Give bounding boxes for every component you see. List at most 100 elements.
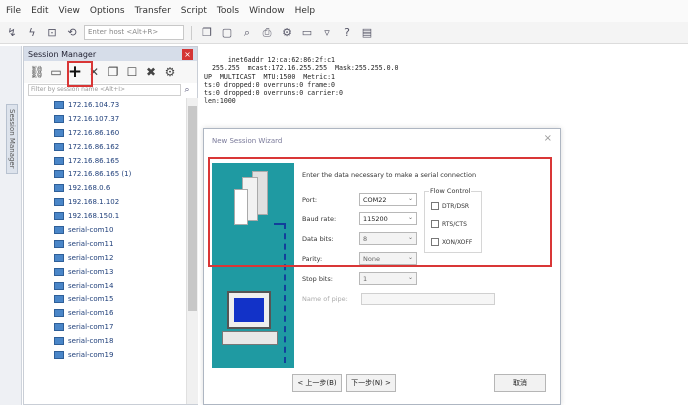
session-list-item[interactable]: serial-com19: [24, 348, 186, 362]
stop-bits-label: Stop bits:: [302, 275, 333, 283]
cancel-button[interactable]: 取消: [494, 374, 546, 392]
session-list-item[interactable]: 192.168.0.6: [24, 181, 186, 195]
menu-options[interactable]: Options: [90, 6, 125, 16]
session-list-item[interactable]: serial-com17: [24, 320, 186, 334]
session-list-item[interactable]: 192.168.150.1: [24, 209, 186, 223]
copy-session-icon[interactable]: ❐: [106, 64, 120, 80]
gear-icon[interactable]: ⚙: [163, 64, 177, 80]
session-monitor-icon: [54, 225, 64, 234]
session-manager-title: Session Manager: [28, 49, 97, 59]
keymap-icon[interactable]: ▿: [319, 25, 335, 41]
search-icon[interactable]: ⌕: [181, 85, 193, 95]
session-list-item[interactable]: serial-com13: [24, 265, 186, 279]
computer-base-icon: [222, 331, 278, 345]
terminal-output: inet6addr 12:ca:62:86:2f:c1 255.255 mcas…: [204, 56, 399, 106]
session-item-label: 172.16.104.73: [68, 100, 120, 109]
name-of-pipe-input[interactable]: [361, 293, 495, 305]
dialog-close-icon[interactable]: ×: [544, 133, 552, 144]
session-list-item[interactable]: serial-com15: [24, 292, 186, 306]
close-icon[interactable]: ×: [182, 48, 193, 60]
session-list-item[interactable]: serial-com14: [24, 279, 186, 293]
session-item-label: serial-com17: [68, 323, 114, 332]
copy-icon[interactable]: ❐: [199, 25, 215, 41]
session-monitor-icon: [54, 142, 64, 151]
monitor-screen: [234, 298, 264, 322]
settings-icon[interactable]: ⚙: [279, 25, 295, 41]
session-list-item[interactable]: 172.16.107.37: [24, 112, 186, 126]
help-icon[interactable]: ?: [339, 25, 355, 41]
session-item-label: serial-com16: [68, 309, 114, 318]
session-item-label: serial-com19: [68, 350, 114, 359]
session-manager-side-tab[interactable]: Session Manager: [6, 104, 18, 174]
session-list-item[interactable]: 172.16.86.165: [24, 154, 186, 168]
menu-bar: File Edit View Options Transfer Script T…: [0, 0, 688, 22]
terminal-line: inet6addr 12:ca:62:86:2f:c1: [204, 56, 336, 64]
side-tab-strip: Session Manager: [0, 46, 22, 405]
session-item-label: serial-com14: [68, 281, 114, 290]
session-list-item[interactable]: 172.16.86.160: [24, 126, 186, 140]
print-icon[interactable]: ⎙: [259, 25, 275, 41]
menu-script[interactable]: Script: [181, 6, 207, 16]
scrollbar-thumb[interactable]: [188, 106, 197, 311]
session-list-item[interactable]: 172.16.86.162: [24, 140, 186, 154]
folder-icon[interactable]: ▭: [49, 64, 63, 80]
session-list-item[interactable]: serial-com18: [24, 334, 186, 348]
host-input[interactable]: Enter host <Alt+R>: [84, 25, 184, 40]
session-list-item[interactable]: 172.16.104.73: [24, 98, 186, 112]
session-list-item[interactable]: 172.16.86.165 (1): [24, 167, 186, 181]
session-monitor-icon: [54, 295, 64, 304]
menu-tools[interactable]: Tools: [217, 6, 239, 16]
menu-help[interactable]: Help: [295, 6, 316, 16]
chevron-down-icon: ⌄: [407, 274, 413, 281]
session-item-label: serial-com11: [68, 239, 114, 248]
menu-file[interactable]: File: [6, 6, 21, 16]
session-item-label: serial-com12: [68, 253, 114, 262]
session-monitor-icon: [54, 212, 64, 221]
session-monitor-icon: [54, 170, 64, 179]
session-manager-titlebar: Session Manager ×: [24, 47, 197, 61]
toolbar-divider: [191, 25, 192, 40]
session-monitor-icon: [54, 253, 64, 262]
log-icon[interactable]: ▤: [359, 25, 375, 41]
session-monitor-icon: [54, 114, 64, 123]
session-list-item[interactable]: 192.168.1.102: [24, 195, 186, 209]
session-list-item[interactable]: serial-com16: [24, 306, 186, 320]
quick-connect-icon[interactable]: ϟ: [24, 25, 40, 41]
session-monitor-icon: [54, 350, 64, 359]
delete-icon[interactable]: ✖: [144, 64, 158, 80]
paste-icon[interactable]: ▢: [219, 25, 235, 41]
session-item-label: serial-com15: [68, 295, 114, 304]
properties-icon[interactable]: ☐: [125, 64, 139, 80]
session-monitor-icon: [54, 100, 64, 109]
session-item-label: serial-com18: [68, 337, 114, 346]
find-icon[interactable]: ⌕: [239, 25, 255, 41]
serial-settings-highlight: [208, 157, 552, 267]
menu-edit[interactable]: Edit: [31, 6, 48, 16]
session-list-item[interactable]: serial-com11: [24, 237, 186, 251]
connect-tab-icon[interactable]: ⊡: [44, 25, 60, 41]
sftp-icon[interactable]: ▭: [299, 25, 315, 41]
session-list-scrollbar[interactable]: [186, 98, 198, 404]
session-monitor-icon: [54, 323, 64, 332]
reconnect-icon[interactable]: ⟲: [64, 25, 80, 41]
stop-bits-value: 1: [363, 275, 368, 283]
terminal-line: len:1000: [204, 97, 236, 106]
stop-bits-select[interactable]: 1 ⌄: [359, 272, 417, 285]
session-item-label: 192.168.150.1: [68, 212, 120, 221]
filter-input[interactable]: Filter by session name <Alt+I>: [28, 84, 181, 96]
session-list-item[interactable]: serial-com12: [24, 251, 186, 265]
connect-icon[interactable]: ↯: [4, 25, 20, 41]
filter-row: Filter by session name <Alt+I> ⌕: [24, 83, 197, 97]
menu-window[interactable]: Window: [249, 6, 285, 16]
link-icon[interactable]: ⛓: [29, 64, 44, 80]
next-button[interactable]: 下一步(N) >: [346, 374, 396, 392]
session-monitor-icon: [54, 309, 64, 318]
terminal-line: 255.255 mcast:172.16.255.255 Mask:255.25…: [204, 64, 399, 73]
menu-transfer[interactable]: Transfer: [135, 6, 171, 16]
session-monitor-icon: [54, 156, 64, 165]
back-button[interactable]: < 上一步(B): [292, 374, 342, 392]
session-list-item[interactable]: serial-com10: [24, 223, 186, 237]
session-monitor-icon: [54, 239, 64, 248]
session-manager-panel: Session Manager × ⛓ ▭ + ✕ ❐ ☐ ✖ ⚙ Filter…: [23, 46, 198, 405]
menu-view[interactable]: View: [59, 6, 80, 16]
